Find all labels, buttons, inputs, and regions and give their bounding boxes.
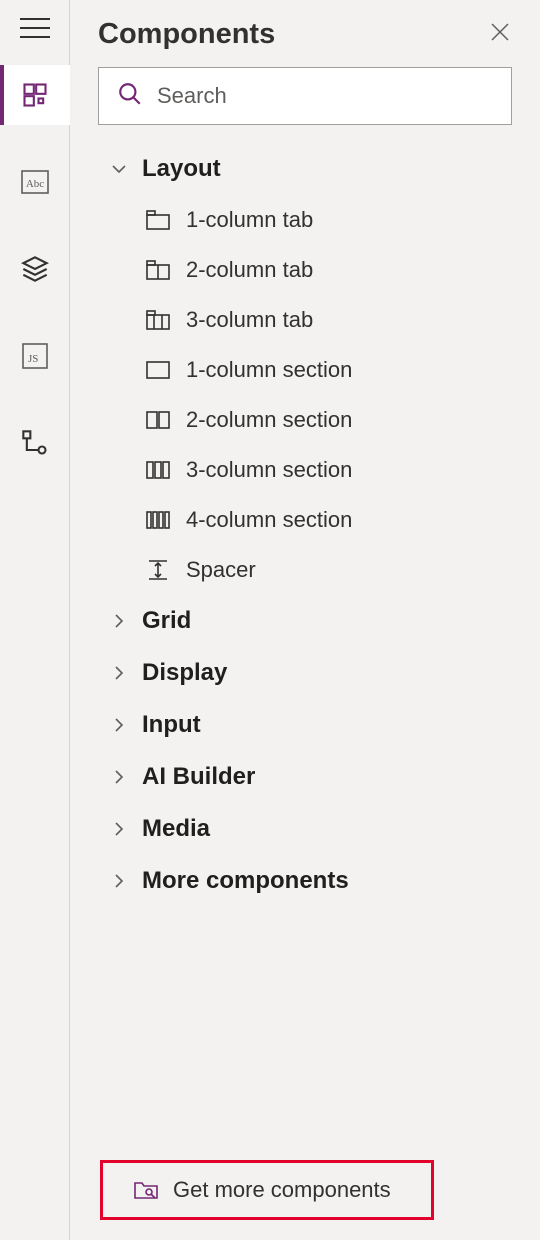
- item-label: 1-column section: [186, 357, 352, 383]
- hamburger-icon[interactable]: [20, 18, 50, 38]
- panel-header: Components: [70, 0, 540, 57]
- one-column-tab-icon: [144, 209, 172, 231]
- folder-search-icon: [133, 1179, 159, 1201]
- chevron-right-icon: [110, 872, 128, 890]
- panel-title: Components: [98, 18, 275, 51]
- item-1-column-tab[interactable]: 1-column tab: [134, 195, 530, 245]
- nav-tree[interactable]: [0, 413, 70, 473]
- group-label: Display: [142, 659, 227, 687]
- group-label: AI Builder: [142, 763, 255, 791]
- nav-text[interactable]: Abc: [0, 152, 70, 212]
- item-label: 2-column section: [186, 407, 352, 433]
- item-label: 2-column tab: [186, 257, 313, 283]
- item-label: Spacer: [186, 557, 256, 583]
- left-nav-rail: Abc JS: [0, 0, 70, 1240]
- tree-icon: [21, 429, 49, 457]
- group-media[interactable]: Media: [98, 803, 530, 855]
- search-icon: [117, 81, 143, 112]
- item-1-column-section[interactable]: 1-column section: [134, 345, 530, 395]
- panel-footer: Get more components: [70, 1140, 540, 1240]
- item-label: 4-column section: [186, 507, 352, 533]
- three-column-section-icon: [144, 459, 172, 481]
- nav-js[interactable]: JS: [0, 326, 70, 386]
- group-display[interactable]: Display: [98, 647, 530, 699]
- three-column-tab-icon: [144, 309, 172, 331]
- item-2-column-section[interactable]: 2-column section: [134, 395, 530, 445]
- nav-layers[interactable]: [0, 239, 70, 299]
- layers-icon: [21, 255, 49, 283]
- chevron-down-icon: [110, 160, 128, 178]
- item-4-column-section[interactable]: 4-column section: [134, 495, 530, 545]
- group-ai-builder[interactable]: AI Builder: [98, 751, 530, 803]
- group-label: Media: [142, 815, 210, 843]
- group-more-components[interactable]: More components: [98, 855, 530, 907]
- chevron-right-icon: [110, 716, 128, 734]
- close-button[interactable]: [488, 23, 512, 47]
- item-label: 3-column tab: [186, 307, 313, 333]
- search-wrap: [70, 57, 540, 143]
- item-label: 3-column section: [186, 457, 352, 483]
- group-input[interactable]: Input: [98, 699, 530, 751]
- chevron-right-icon: [110, 612, 128, 630]
- search-input[interactable]: [157, 83, 493, 109]
- item-2-column-tab[interactable]: 2-column tab: [134, 245, 530, 295]
- two-column-section-icon: [144, 409, 172, 431]
- group-label: More components: [142, 867, 349, 895]
- abc-icon: Abc: [21, 170, 49, 194]
- item-spacer[interactable]: Spacer: [134, 545, 530, 595]
- chevron-right-icon: [110, 768, 128, 786]
- get-more-components-button[interactable]: Get more components: [100, 1160, 434, 1220]
- one-column-section-icon: [144, 359, 172, 381]
- item-label: 1-column tab: [186, 207, 313, 233]
- close-icon: [489, 21, 511, 48]
- two-column-tab-icon: [144, 259, 172, 281]
- group-label: Layout: [142, 155, 221, 183]
- search-box[interactable]: [98, 67, 512, 125]
- components-icon: [21, 81, 49, 109]
- group-label: Input: [142, 711, 201, 739]
- chevron-right-icon: [110, 664, 128, 682]
- nav-components[interactable]: [0, 65, 70, 125]
- component-tree: Layout 1-column tab 2: [70, 143, 540, 1140]
- group-grid[interactable]: Grid: [98, 595, 530, 647]
- chevron-right-icon: [110, 820, 128, 838]
- svg-text:JS: JS: [28, 353, 38, 365]
- spacer-icon: [144, 559, 172, 581]
- item-3-column-tab[interactable]: 3-column tab: [134, 295, 530, 345]
- group-layout[interactable]: Layout: [98, 143, 530, 195]
- layout-items: 1-column tab 2-column tab: [98, 195, 530, 595]
- four-column-section-icon: [144, 509, 172, 531]
- js-icon: JS: [22, 343, 48, 369]
- get-more-label: Get more components: [173, 1177, 391, 1203]
- svg-text:Abc: Abc: [25, 178, 43, 190]
- group-label: Grid: [142, 607, 191, 635]
- components-panel: Components Layou: [70, 0, 540, 1240]
- item-3-column-section[interactable]: 3-column section: [134, 445, 530, 495]
